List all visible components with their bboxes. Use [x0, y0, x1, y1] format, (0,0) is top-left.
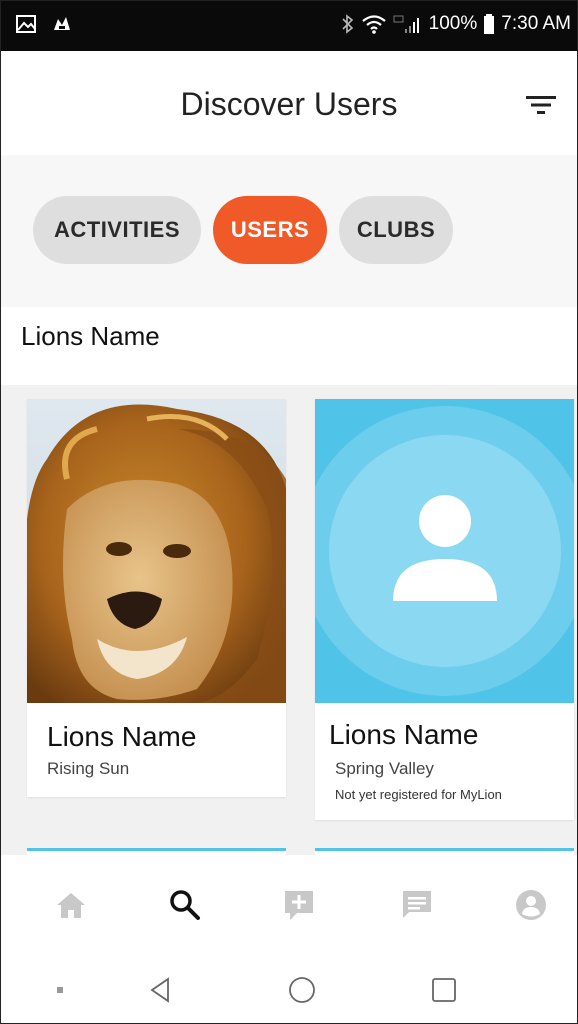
wifi-icon — [361, 15, 386, 34]
profile-icon — [516, 890, 546, 920]
user-card[interactable]: Lions Name Rising Sun — [27, 399, 286, 797]
overview-icon[interactable] — [427, 973, 461, 1007]
user-name: Lions Name — [329, 719, 479, 750]
nav-messages[interactable] — [395, 883, 439, 927]
nav-profile[interactable] — [509, 883, 553, 927]
registration-note: Not yet registered for MyLion — [335, 787, 502, 802]
signal-icon — [393, 15, 419, 33]
system-navigation-bar — [1, 955, 577, 1023]
users-grid: Lions Name Rising Sun Lions Name Spring … — [1, 385, 577, 855]
notification-icon — [54, 17, 70, 30]
user-club: Spring Valley — [335, 759, 434, 778]
tab-activities[interactable]: ACTIVITIES — [33, 196, 201, 264]
tab-users-label: USERS — [230, 217, 310, 242]
lion-photo — [27, 399, 286, 703]
user-card[interactable]: Lions Name Spring Valley Not yet registe… — [315, 399, 574, 820]
tab-users[interactable]: USERS — [213, 196, 327, 264]
filter-icon[interactable] — [525, 91, 557, 119]
search-icon — [170, 890, 200, 920]
bluetooth-icon — [342, 14, 353, 34]
home-icon — [57, 893, 85, 918]
home-circle-icon[interactable] — [285, 973, 319, 1007]
category-tabs: ACTIVITIES USERS CLUBS — [1, 155, 577, 309]
avatar-placeholder-icon — [315, 406, 574, 696]
tab-clubs[interactable]: CLUBS — [339, 196, 453, 264]
battery-percent: 100% — [428, 13, 478, 34]
user-card-partial[interactable] — [315, 848, 574, 855]
back-icon[interactable] — [143, 973, 177, 1007]
recent-dot-icon — [43, 973, 77, 1007]
search-bar — [1, 307, 577, 387]
bottom-navigation — [1, 855, 577, 955]
default-avatar — [315, 399, 574, 703]
nav-home[interactable] — [49, 883, 93, 927]
nav-add-post[interactable] — [277, 883, 321, 927]
battery-icon — [484, 14, 495, 34]
status-bar: 100% 7:30 AM — [1, 1, 577, 51]
app-screen: 100% 7:30 AM Discover Users ACTIVITIES U… — [0, 0, 578, 1024]
user-name: Lions Name — [47, 721, 197, 752]
user-card-partial[interactable] — [27, 848, 286, 855]
search-input[interactable] — [21, 321, 541, 352]
gallery-icon — [16, 15, 36, 33]
page-title: Discover Users — [180, 86, 398, 122]
tab-activities-label: ACTIVITIES — [53, 217, 180, 242]
add-post-icon — [285, 891, 313, 920]
messages-icon — [403, 891, 431, 918]
user-club: Rising Sun — [47, 759, 130, 778]
app-header: Discover Users — [1, 51, 577, 155]
clock: 7:30 AM — [501, 13, 571, 34]
lion-illustration — [27, 399, 286, 703]
nav-search[interactable] — [163, 883, 207, 927]
tab-clubs-label: CLUBS — [356, 217, 436, 242]
